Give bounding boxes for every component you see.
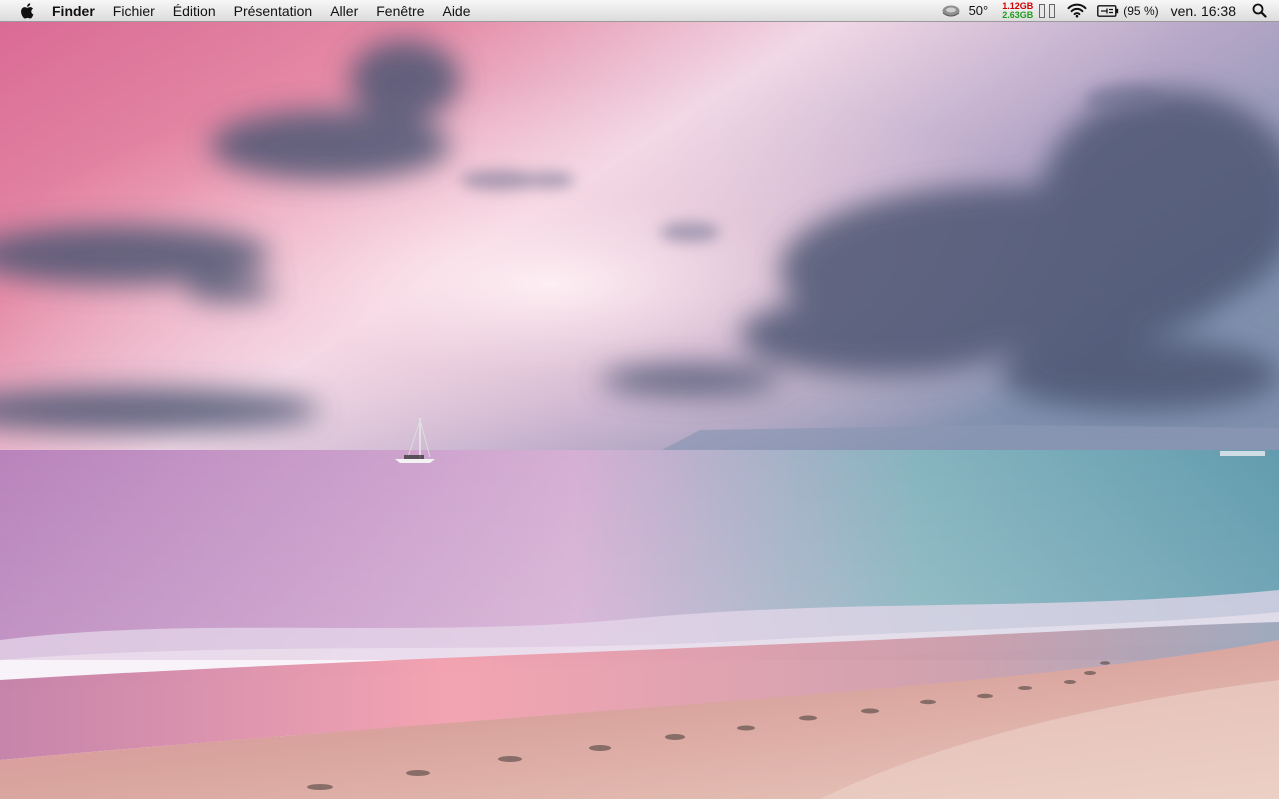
battery-percent: (95 %): [1123, 3, 1159, 18]
clock[interactable]: ven. 16:38: [1171, 0, 1236, 22]
desktop-wallpaper: [0, 0, 1279, 799]
battery-charging-icon: [1097, 4, 1119, 17]
cpu-meter-icon[interactable]: [1039, 0, 1056, 22]
temperature-status[interactable]: 50°: [941, 0, 989, 22]
desktop[interactable]: Finder Fichier Édition Présentation Alle…: [0, 0, 1279, 799]
app-menu-finder[interactable]: Finder: [52, 0, 104, 22]
apple-logo-icon[interactable]: [18, 1, 36, 21]
menu-presentation[interactable]: Présentation: [225, 0, 322, 22]
menu-bar-left: Finder Fichier Édition Présentation Alle…: [0, 0, 480, 22]
battery-status[interactable]: (95 %): [1097, 0, 1159, 22]
menu-bar: Finder Fichier Édition Présentation Alle…: [0, 0, 1279, 22]
menu-fenetre[interactable]: Fenêtre: [367, 0, 433, 22]
menu-aller[interactable]: Aller: [321, 0, 367, 22]
wifi-icon[interactable]: [1067, 0, 1087, 22]
menu-edition[interactable]: Édition: [164, 0, 225, 22]
distant-boat: [1220, 451, 1265, 456]
memory-status[interactable]: 1.12GB 2.63GB: [1002, 0, 1033, 22]
memory-free: 2.63GB: [1002, 9, 1034, 20]
spotlight-search-icon[interactable]: [1252, 0, 1267, 22]
menu-bar-status-area: 50° 1.12GB 2.63GB (95 %) ven. 16:38: [931, 0, 1279, 22]
menu-aide[interactable]: Aide: [433, 0, 479, 22]
menu-fichier[interactable]: Fichier: [104, 0, 164, 22]
cpu-temperature-icon: [942, 5, 960, 16]
temperature-value: 50°: [968, 3, 989, 18]
